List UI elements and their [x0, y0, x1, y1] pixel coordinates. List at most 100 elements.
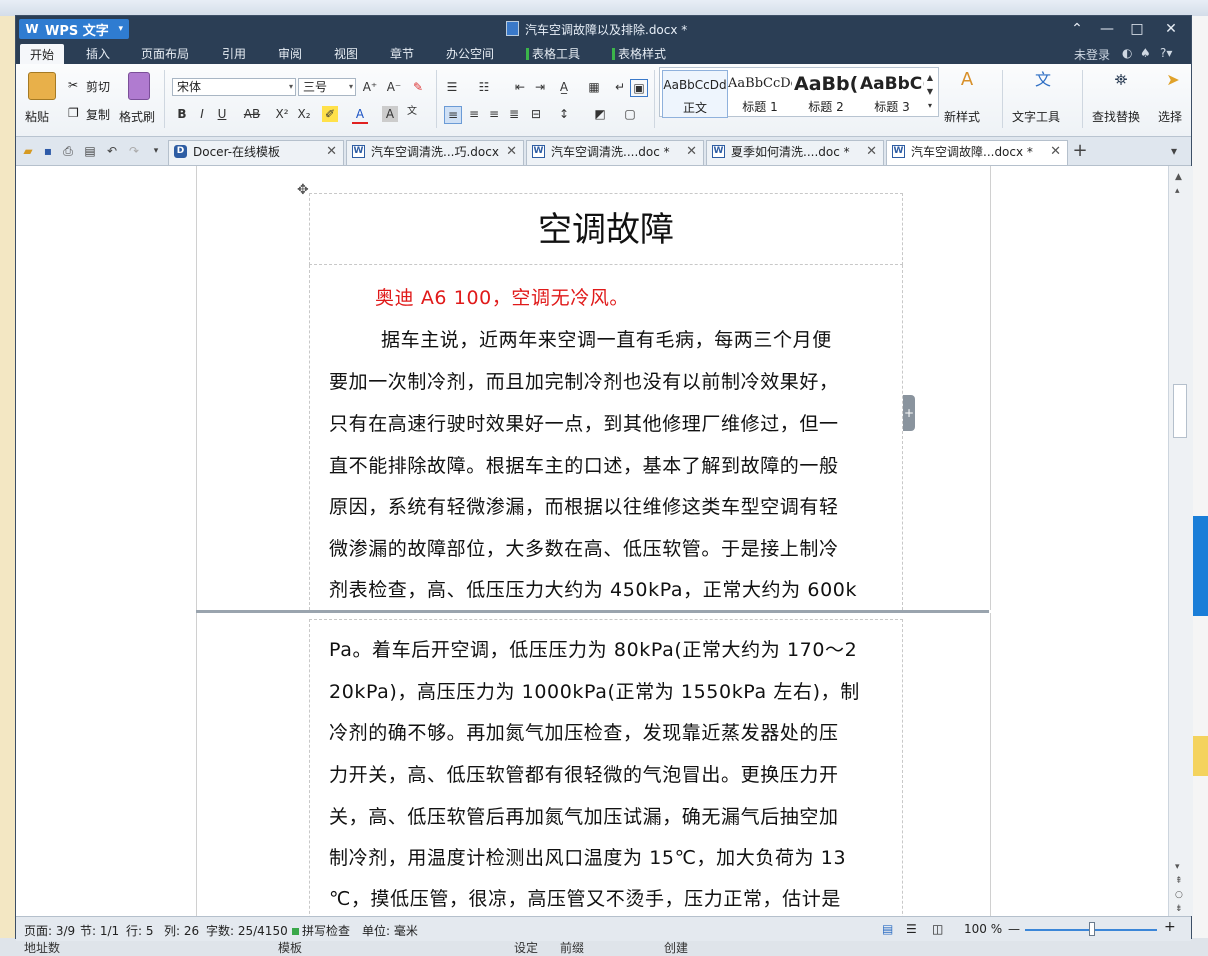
next-page-icon: ⇟: [1175, 904, 1183, 914]
find-replace-button[interactable]: 查找替换: [1092, 108, 1140, 125]
justify-icon[interactable]: ≣: [506, 106, 522, 122]
tab-review[interactable]: 审阅: [278, 45, 302, 62]
save-icon[interactable]: ▪: [40, 143, 56, 159]
scroll-thumb[interactable]: [1173, 384, 1187, 438]
copy-button[interactable]: 复制: [86, 106, 110, 123]
new-style-icon[interactable]: A: [956, 71, 978, 94]
distribute-icon[interactable]: ⊟: [528, 106, 544, 122]
increase-indent-icon[interactable]: ⇥: [532, 79, 548, 95]
zoom-out-icon[interactable]: —: [1008, 922, 1020, 936]
shrink-font-icon[interactable]: A⁻: [386, 79, 402, 95]
scissors-icon[interactable]: ✂: [68, 78, 78, 92]
layout-icon[interactable]: ▣: [630, 79, 648, 97]
numbering-icon[interactable]: ☷: [476, 79, 492, 95]
align-center-icon[interactable]: ≡: [466, 106, 482, 122]
table-add-column-handle[interactable]: +: [903, 395, 915, 431]
text-tools-button[interactable]: 文字工具: [1012, 108, 1060, 125]
grow-font-icon[interactable]: A⁺: [362, 79, 378, 95]
tab-page-layout[interactable]: 页面布局: [141, 45, 189, 62]
tab-document[interactable]: W 汽车空调清洗...巧.docx ✕: [346, 140, 524, 165]
tab-docer[interactable]: D Docer-在线模板 ✕: [168, 140, 344, 165]
spell-check-toggle[interactable]: 拼写检查: [292, 922, 350, 939]
print-preview-icon[interactable]: ▤: [82, 143, 98, 159]
font-name-select[interactable]: 宋体 ▾: [172, 78, 296, 96]
gallery-more-icon[interactable]: ▾: [924, 98, 936, 114]
borders-icon[interactable]: ▢: [622, 106, 638, 122]
move-handle-icon[interactable]: ✥: [297, 182, 309, 198]
decrease-indent-icon[interactable]: ⇤: [512, 79, 528, 95]
table-grid-icon[interactable]: ▦: [586, 79, 602, 95]
text-tools-icon[interactable]: 文: [1032, 72, 1054, 94]
select-button[interactable]: 选择: [1158, 108, 1182, 125]
skin-icon[interactable]: ◐: [1122, 46, 1132, 60]
binoculars-icon[interactable]: ⛯: [1110, 72, 1132, 94]
align-left-icon[interactable]: ≡: [444, 106, 462, 124]
close-button[interactable]: ✕: [1156, 18, 1186, 40]
status-wordcount[interactable]: 字数: 25/4150: [206, 922, 288, 939]
zoom-level[interactable]: 100 %: [964, 922, 1002, 936]
help-icon[interactable]: ?▾: [1160, 46, 1172, 60]
vertical-scrollbar[interactable]: ▲ ▴ ▾ ⇞ ○ ⇟: [1168, 166, 1193, 916]
tab-chapter[interactable]: 章节: [390, 45, 414, 62]
page-view-icon[interactable]: ▤: [882, 922, 893, 936]
font-color-icon[interactable]: A: [352, 106, 368, 124]
paste-icon[interactable]: [28, 72, 56, 100]
minimize-button[interactable]: —: [1092, 18, 1122, 40]
clear-format-icon[interactable]: ✎: [410, 79, 426, 95]
quick-access-more-icon[interactable]: ▾: [148, 143, 164, 159]
new-style-button[interactable]: 新样式: [944, 108, 980, 125]
underline-icon[interactable]: U: [214, 106, 230, 122]
copy-icon[interactable]: ❐: [68, 106, 79, 120]
zoom-thumb[interactable]: [1089, 922, 1095, 936]
subscript-icon[interactable]: X₂: [296, 106, 312, 122]
style-normal[interactable]: AaBbCcDd 正文: [662, 70, 728, 118]
tab-references[interactable]: 引用: [222, 45, 246, 62]
app-menu-button[interactable]: W WPS 文字 ▾: [19, 19, 129, 39]
new-tab-icon[interactable]: +: [1072, 142, 1088, 160]
style-heading-2[interactable]: AaBb( 标题 2: [794, 70, 858, 116]
italic-icon[interactable]: I: [194, 106, 210, 122]
align-right-icon[interactable]: ≡: [486, 106, 502, 122]
superscript-icon[interactable]: X²: [274, 106, 290, 122]
tab-document[interactable]: W 夏季如何清洗....doc * ✕: [706, 140, 884, 165]
strikethrough-icon[interactable]: AB: [240, 106, 264, 122]
phonetic-guide-icon[interactable]: 文: [404, 104, 420, 120]
tab-office-space[interactable]: 办公空间: [446, 45, 494, 62]
outline-view-icon[interactable]: ☰: [906, 922, 917, 936]
show-marks-icon[interactable]: ↵: [612, 79, 628, 95]
highlight-icon[interactable]: ✐: [322, 106, 338, 122]
ribbon-collapse-button[interactable]: ⌃: [1062, 18, 1092, 40]
tab-document-active[interactable]: W 汽车空调故障...docx * ✕: [886, 140, 1068, 165]
tab-list-icon[interactable]: ▾: [1166, 143, 1182, 159]
style-heading-1[interactable]: AaBbCcDc 标题 1: [728, 70, 792, 116]
tab-start[interactable]: 开始: [20, 44, 65, 64]
format-painter-button[interactable]: 格式刷: [119, 108, 155, 125]
paste-button[interactable]: 粘贴: [25, 108, 49, 125]
maximize-button[interactable]: □: [1122, 18, 1152, 40]
undo-icon[interactable]: ↶: [104, 143, 120, 159]
tab-insert[interactable]: 插入: [86, 45, 110, 62]
tab-view[interactable]: 视图: [334, 45, 358, 62]
open-folder-icon[interactable]: ▰: [20, 143, 36, 159]
cut-button[interactable]: 剪切: [86, 78, 110, 95]
char-shading-icon[interactable]: A: [382, 106, 398, 122]
font-size-select[interactable]: 三号 ▾: [298, 78, 356, 96]
line-spacing-icon[interactable]: ↕: [556, 106, 572, 122]
redo-icon[interactable]: ↷: [126, 143, 142, 159]
document-canvas[interactable]: ✥ 空调故障 奥迪 A6 100，空调无冷风。 据车主说，近两年来空调一直有毛病…: [16, 166, 1168, 916]
tab-table-styles[interactable]: 表格样式: [612, 45, 666, 62]
print-icon[interactable]: ⎙: [60, 143, 76, 159]
bullets-icon[interactable]: ☰: [444, 79, 460, 95]
shading-icon[interactable]: ◩: [592, 106, 608, 122]
cursor-icon[interactable]: ➤: [1166, 72, 1180, 94]
text-direction-icon[interactable]: A̲: [556, 79, 572, 95]
tab-document[interactable]: W 汽车空调清洗....doc * ✕: [526, 140, 704, 165]
style-heading-3[interactable]: AaBbC( 标题 3: [860, 70, 924, 116]
zoom-in-icon[interactable]: +: [1164, 919, 1176, 935]
shirt-icon[interactable]: ♠: [1140, 46, 1151, 60]
format-painter-icon[interactable]: [128, 72, 150, 100]
login-status[interactable]: 未登录: [1074, 46, 1110, 63]
bold-icon[interactable]: B: [174, 106, 190, 122]
tab-table-tools[interactable]: 表格工具: [526, 45, 580, 62]
web-view-icon[interactable]: ◫: [932, 922, 943, 936]
